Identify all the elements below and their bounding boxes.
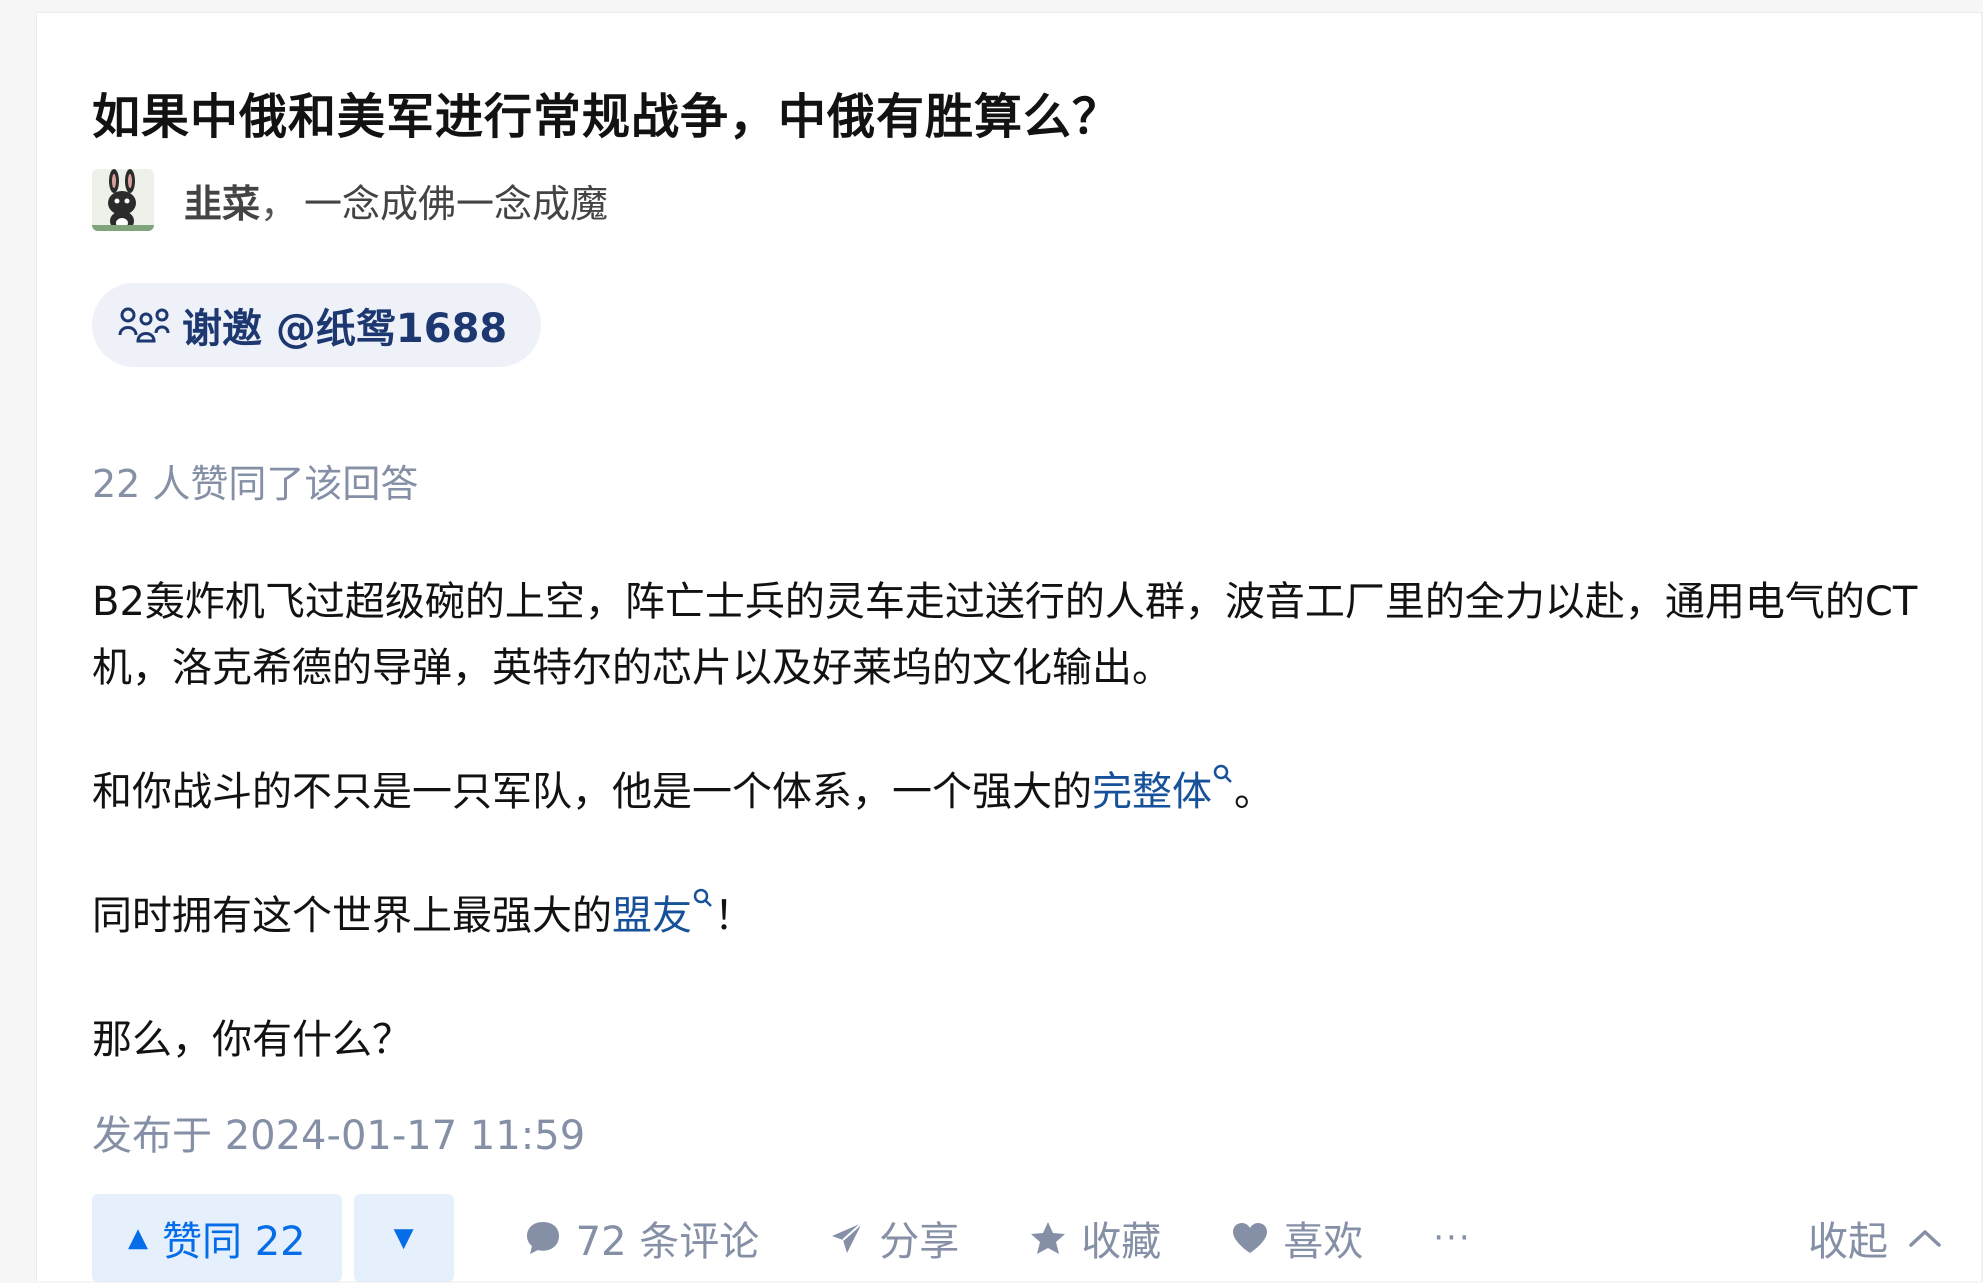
paragraph-3: 同时拥有这个世界上最强大的盟友 ！ <box>92 883 1952 949</box>
keyword-link-wanzhengti[interactable]: 完整体 <box>1092 769 1212 815</box>
paragraph-4: 那么，你有什么？ <box>92 1017 412 1063</box>
invite-badge[interactable]: 谢邀 @纸鸳1688 <box>92 283 542 367</box>
comments-button[interactable]: 72 条评论 <box>524 1209 760 1267</box>
comment-icon <box>526 1222 559 1254</box>
search-icon[interactable] <box>1212 763 1234 787</box>
author-separator: ， <box>260 181 299 226</box>
author-info: 韭菜 ， 一念成佛一念成魔 <box>92 163 608 237</box>
more-button[interactable]: ··· <box>1433 1218 1471 1258</box>
like-button[interactable]: 喜欢 <box>1231 1209 1363 1267</box>
invite-text: 谢邀 @纸鸳1688 <box>182 306 508 352</box>
answer-content: B2轰炸机飞过超级碗的上空，阵亡士兵的灵车走过送行的人群，波音工厂里的全力以赴，… <box>92 569 1952 1073</box>
page: 如果中俄和美军进行常规战争，中俄有胜算么？ 韭菜 ， 一念成佛一念成魔 谢邀 @… <box>0 0 1983 1283</box>
vote-summary[interactable]: 22 人赞同了该回答 <box>92 453 418 508</box>
question-title[interactable]: 如果中俄和美军进行常规战争，中俄有胜算么？ <box>92 77 1121 147</box>
triangle-up-icon: ▲ <box>128 1223 148 1253</box>
triangle-down-icon: ▼ <box>393 1223 414 1253</box>
chevron-up-icon <box>1909 1230 1941 1247</box>
publish-time[interactable]: 发布于 2024-01-17 11:59 <box>92 1103 585 1161</box>
upvote-label: 赞同 22 <box>162 1219 306 1265</box>
action-bar: ▲ 赞同 22 ▼ 72 条评论 分享 收藏 喜欢 ··· 收起 <box>92 1193 1952 1283</box>
author-bio: 一念成佛一念成魔 <box>304 181 609 226</box>
downvote-button[interactable]: ▼ <box>353 1194 454 1282</box>
paragraph-2: 和你战斗的不只是一只军队，他是一个体系，一个强大的完整体。 <box>92 759 1952 825</box>
star-icon <box>1031 1222 1066 1254</box>
paragraph-2-text: 和你战斗的不只是一只军队，他是一个体系，一个强大的 <box>92 769 1092 815</box>
favorite-button[interactable]: 收藏 <box>1029 1209 1161 1267</box>
paragraph-3-end: ！ <box>714 893 754 939</box>
keyword-link-mengyou[interactable]: 盟友 <box>612 893 692 939</box>
paragraph-1: B2轰炸机飞过超级碗的上空，阵亡士兵的灵车走过送行的人群，波音工厂里的全力以赴，… <box>92 579 1918 691</box>
favorite-label: 收藏 <box>1081 1219 1162 1265</box>
heart-icon <box>1233 1223 1268 1253</box>
avatar[interactable] <box>92 169 154 231</box>
comments-label: 72 条评论 <box>575 1219 760 1265</box>
like-label: 喜欢 <box>1283 1219 1364 1265</box>
answer-card: 如果中俄和美军进行常规战争，中俄有胜算么？ 韭菜 ， 一念成佛一念成魔 谢邀 @… <box>36 12 1983 1283</box>
share-icon <box>832 1222 863 1253</box>
paragraph-2-end: 。 <box>1234 769 1274 815</box>
share-button[interactable]: 分享 <box>829 1209 959 1267</box>
paragraph-3-text: 同时拥有这个世界上最强大的 <box>92 893 612 939</box>
search-icon[interactable] <box>692 887 714 911</box>
bunny-avatar-icon <box>92 169 154 231</box>
share-label: 分享 <box>879 1219 960 1265</box>
upvote-button[interactable]: ▲ 赞同 22 <box>92 1194 342 1282</box>
people-invite-icon <box>118 307 170 343</box>
collapse-button[interactable]: 收起 <box>1808 1209 1942 1267</box>
collapse-label: 收起 <box>1808 1219 1888 1265</box>
author-name[interactable]: 韭菜 <box>184 173 260 228</box>
